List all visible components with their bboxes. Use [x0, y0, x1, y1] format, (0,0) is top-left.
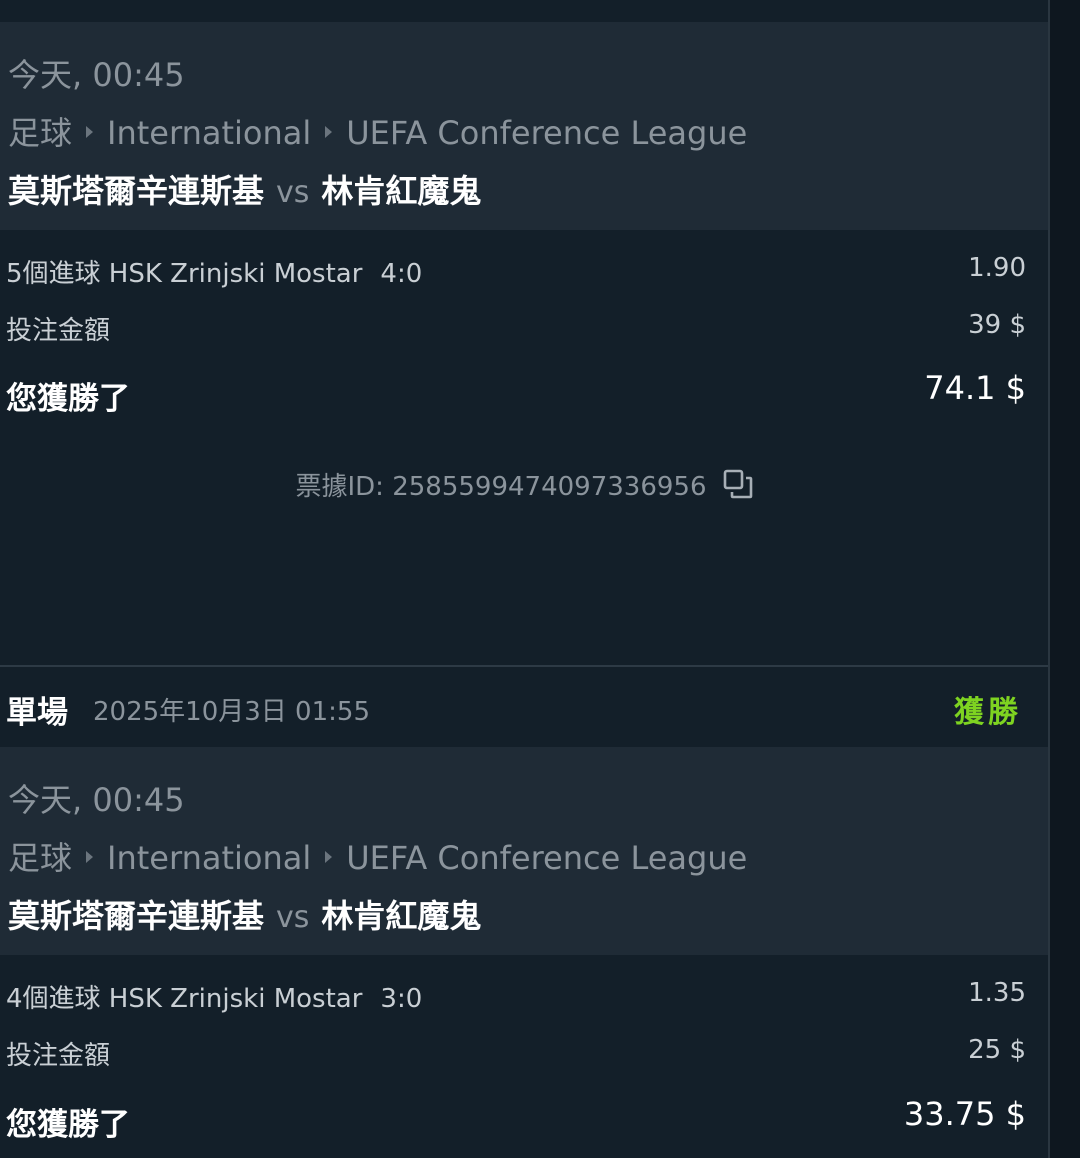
- win-row: 您獲勝了 74.1 $: [6, 369, 1026, 417]
- chevron-right-icon: [86, 126, 94, 138]
- stake-value: 39 $: [968, 310, 1026, 340]
- away-team: 林肯紅魔鬼: [321, 172, 482, 210]
- selection-row: 4個進球 HSK Zrinjski Mostar 3:0 1.35: [6, 978, 1026, 1018]
- event-time: 今天, 00:45: [8, 781, 185, 819]
- breadcrumb-region: International: [107, 114, 312, 152]
- win-amount: 33.75 $: [903, 1095, 1026, 1133]
- bet-type: 單場: [6, 695, 68, 731]
- breadcrumb-league: UEFA Conference League: [346, 839, 748, 877]
- selection-score: 3:0: [380, 984, 423, 1014]
- win-label: 您獲勝了: [6, 381, 130, 417]
- win-row: 您獲勝了 33.75 $: [6, 1095, 1026, 1143]
- breadcrumb-league: UEFA Conference League: [346, 114, 748, 152]
- breadcrumb-sport: 足球: [8, 114, 73, 152]
- odds-value: 1.90: [968, 253, 1026, 283]
- stake-value: 25 $: [968, 1035, 1026, 1065]
- chevron-right-icon: [86, 851, 94, 863]
- vs-label: vs: [276, 900, 310, 935]
- bet-header[interactable]: 單場 2025年10月3日 01:55 獲勝: [0, 667, 1048, 747]
- event-teams: 莫斯塔爾辛連斯基 vs 林肯紅魔鬼: [8, 891, 481, 937]
- status-badge: 獲勝: [954, 695, 1022, 730]
- home-team: 莫斯塔爾辛連斯基: [8, 897, 265, 935]
- away-team: 林肯紅魔鬼: [321, 897, 482, 935]
- copy-icon[interactable]: [723, 469, 753, 499]
- event-breadcrumb: 足球 International UEFA Conference League: [8, 108, 747, 154]
- selection-row: 5個進球 HSK Zrinjski Mostar 4:0 1.90: [6, 253, 1026, 293]
- event-teams: 莫斯塔爾辛連斯基 vs 林肯紅魔鬼: [8, 166, 481, 212]
- win-label: 您獲勝了: [6, 1107, 130, 1143]
- scrollbar[interactable]: [1048, 0, 1080, 1158]
- event-panel[interactable]: 今天, 00:45 足球 International UEFA Conference…: [0, 747, 1048, 955]
- stake-label: 投注金額: [6, 316, 111, 346]
- breadcrumb-sport: 足球: [8, 839, 73, 877]
- event-time: 今天, 00:45: [8, 56, 185, 94]
- selection-text: 5個進球 HSK Zrinjski Mostar: [6, 259, 363, 289]
- selection-score: 4:0: [380, 259, 423, 289]
- selection-label: 4個進球 HSK Zrinjski Mostar 3:0: [6, 978, 422, 1015]
- top-strip: [0, 0, 1048, 22]
- win-amount: 74.1 $: [924, 369, 1026, 407]
- breadcrumb-region: International: [107, 839, 312, 877]
- bet-date: 2025年10月3日 01:55: [93, 697, 370, 727]
- event-breadcrumb: 足球 International UEFA Conference League: [8, 833, 747, 879]
- ticket-id: 票據ID: 2585599474097336956: [295, 472, 707, 502]
- selection-text: 4個進球 HSK Zrinjski Mostar: [6, 984, 363, 1014]
- event-panel[interactable]: 今天, 00:45 足球 International UEFA Conference…: [0, 22, 1048, 230]
- ticket-id-row: 票據ID: 2585599474097336956: [0, 466, 1048, 503]
- stake-row: 投注金額 25 $: [6, 1035, 1026, 1075]
- bet-list: 今天, 00:45 足球 International UEFA Conference…: [0, 0, 1048, 1158]
- vs-label: vs: [276, 175, 310, 210]
- selection-label: 5個進球 HSK Zrinjski Mostar 4:0: [6, 253, 422, 290]
- chevron-right-icon: [325, 851, 333, 863]
- stake-label: 投注金額: [6, 1041, 111, 1071]
- stake-row: 投注金額 39 $: [6, 310, 1026, 350]
- odds-value: 1.35: [968, 978, 1026, 1008]
- bet-history-screen: 今天, 00:45 足球 International UEFA Conference…: [0, 0, 1080, 1158]
- home-team: 莫斯塔爾辛連斯基: [8, 172, 265, 210]
- chevron-right-icon: [325, 126, 333, 138]
